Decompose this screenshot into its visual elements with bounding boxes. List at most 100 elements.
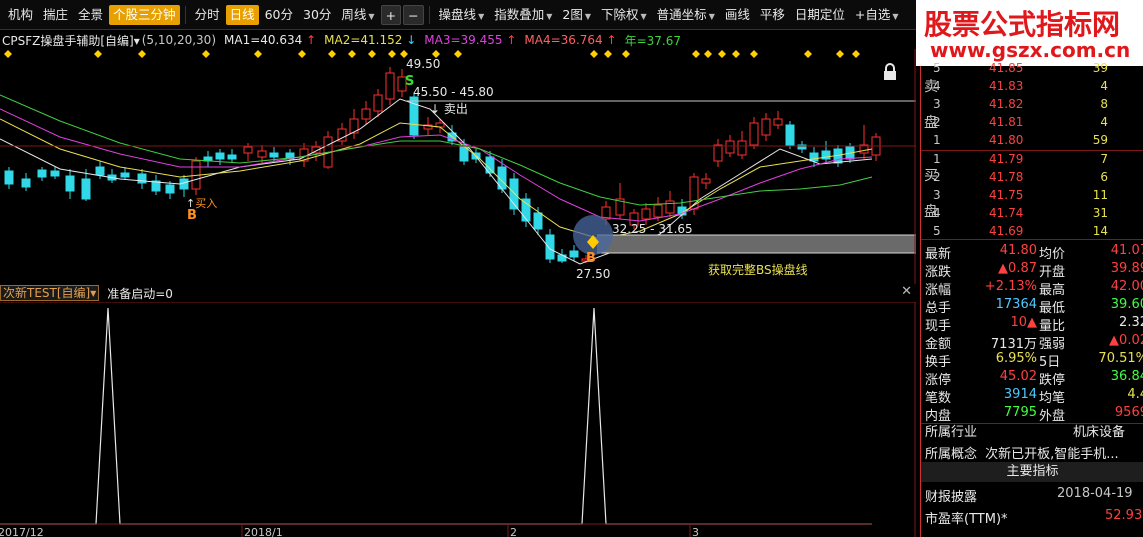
add-watchlist-menu[interactable]: +自选 ▼ <box>851 5 903 25</box>
chevron-down-icon: ▼ <box>584 11 591 21</box>
bid-row[interactable]: 3 41.75 11 <box>921 187 1143 205</box>
x-axis-label: 2 <box>510 526 517 537</box>
ma2-label: MA2=41.152 <box>324 33 403 47</box>
period-daily[interactable]: 日线 <box>225 4 259 25</box>
ex-rights-label: 下除权 <box>601 6 639 22</box>
candle <box>665 200 675 214</box>
bid-volume: 6 <box>1100 170 1108 184</box>
close-icon[interactable]: ✕ <box>901 284 912 299</box>
ask-volume: 8 <box>1100 97 1108 111</box>
draw-line-button[interactable]: 画线 <box>721 5 754 25</box>
ask-row[interactable]: 2 41.81 4 <box>921 114 1143 132</box>
candle <box>653 204 663 218</box>
quote-row: 笔数3914均笔4.4 <box>921 386 1143 406</box>
ask-volume: 4 <box>1100 79 1108 93</box>
candle <box>50 170 60 177</box>
buy-band-label: 32.25 - 31.65 <box>612 222 693 236</box>
ma2-value: MA2=41.152 ↓ <box>324 33 416 47</box>
zoom-out-button[interactable]: − <box>403 4 424 25</box>
operation-line-label: 操盘线 <box>438 6 477 22</box>
indicator-params: (5,10,20,30) <box>141 33 216 47</box>
ma4-label: MA4=36.764 <box>524 33 603 47</box>
sell-text: 卖出 <box>444 102 468 116</box>
chevron-down-icon: ▼ <box>546 11 553 21</box>
candle <box>785 124 795 146</box>
candle <box>737 140 747 156</box>
candle <box>4 170 14 185</box>
date-locate-button[interactable]: 日期定位 <box>791 5 849 25</box>
candle <box>545 234 555 260</box>
bid-volume: 14 <box>1092 224 1108 238</box>
quote-row: 总手17364最低39.60 <box>921 296 1143 316</box>
candle <box>21 178 31 188</box>
candle <box>243 146 253 154</box>
concept-label: 所属概念 <box>925 447 978 462</box>
bid-level: 4 <box>933 206 941 220</box>
candle <box>725 140 735 154</box>
arrow-up-icon: ↑ <box>506 33 517 47</box>
candle <box>761 118 771 136</box>
tab-stock-three-minutes[interactable]: 个股三分钟 <box>109 4 180 25</box>
ma1-value: MA1=40.634 ↑ <box>224 33 316 47</box>
indicator-name[interactable]: CPSFZ操盘手辅助[自编]▾ <box>2 32 140 49</box>
ask-row[interactable]: 1 41.80 59 <box>921 132 1143 150</box>
bid-volume: 7 <box>1100 152 1108 166</box>
ask-level: 1 <box>933 133 941 147</box>
ask-volume: 59 <box>1092 133 1108 147</box>
tab-institution[interactable]: 机构 <box>4 5 37 25</box>
candle <box>269 152 279 158</box>
ma3-value: MA3=39.455 ↑ <box>424 33 516 47</box>
period-60min[interactable]: 60分 <box>261 5 297 25</box>
tab-speculation[interactable]: 揣庄 <box>39 5 72 25</box>
ex-rights-menu[interactable]: 下除权 ▼ <box>597 5 651 25</box>
concept-value[interactable]: 次新已开板,智能手机... <box>985 447 1119 462</box>
divider <box>921 239 1143 240</box>
sub-indicator-name[interactable]: 次新TEST[自编]▾ <box>0 285 100 301</box>
bid-row[interactable]: 4 41.74 31 <box>921 205 1143 223</box>
ask-price: 41.85 <box>989 61 1024 75</box>
sell-marker: S <box>405 74 414 89</box>
candle <box>373 94 383 112</box>
bid-row[interactable]: 1 41.79 7 <box>921 151 1143 169</box>
industry-value[interactable]: 机床设备 <box>1073 421 1125 440</box>
candle <box>533 212 543 230</box>
quote-value: 10▲ <box>1010 315 1037 330</box>
period-weekly[interactable]: 周线 ▼ <box>337 5 378 25</box>
sub-indicator-chart[interactable]: 2017/12 2018/1 2 3 <box>0 302 916 537</box>
main-indicators-button[interactable]: 主要指标 <box>921 462 1143 482</box>
bid-level: 5 <box>933 224 941 238</box>
operation-line-menu[interactable]: 操盘线 ▼ <box>435 5 489 25</box>
industry-row: 所属行业 机床设备 <box>925 421 1143 440</box>
concept-row: 所属概念 次新已开板,智能手机... <box>925 443 1143 462</box>
quote-row: 现手10▲量比2.32 <box>921 314 1143 334</box>
period-intraday[interactable]: 分时 <box>191 5 224 25</box>
sub-indicator-header: 次新TEST[自编]▾ 准备启动=0 ✕ <box>0 284 916 302</box>
candle <box>701 178 711 184</box>
period-weekly-label: 周线 <box>341 6 367 22</box>
two-charts-menu[interactable]: 2图 ▼ <box>558 5 595 25</box>
ask-volume: 39 <box>1092 61 1108 75</box>
ask-volume: 4 <box>1100 115 1108 129</box>
ask-row[interactable]: 5 41.85 39 <box>921 60 1143 78</box>
quote-row: 换手6.95%5日70.51% <box>921 350 1143 370</box>
candlestick-chart[interactable]: 49.50 45.50 - 45.80 S ↓ 卖出 27.50 B 32.25… <box>0 49 916 284</box>
bid-price: 41.69 <box>989 224 1024 238</box>
chevron-down-icon: ▼ <box>708 11 715 21</box>
ask-row[interactable]: 4 41.83 4 <box>921 78 1143 96</box>
index-overlay-menu[interactable]: 指数叠加 ▼ <box>490 5 556 25</box>
arrow-up-icon: ↑ <box>306 33 317 47</box>
coordinate-menu[interactable]: 普通坐标 ▼ <box>653 5 719 25</box>
zoom-in-button[interactable]: + <box>380 4 402 25</box>
ask-row[interactable]: 3 41.82 8 <box>921 96 1143 114</box>
pe-label: 市盈率(TTM)* <box>925 512 1008 527</box>
pan-button[interactable]: 平移 <box>756 5 789 25</box>
high-price-label: 49.50 <box>406 57 440 71</box>
quote-value: 36.84 <box>1110 369 1143 384</box>
period-30min[interactable]: 30分 <box>299 5 335 25</box>
watermark-logo: 股票公式指标网 www.gszx.com.cn <box>916 0 1143 66</box>
tab-panorama[interactable]: 全景 <box>74 5 107 25</box>
bid-volume: 31 <box>1092 206 1108 220</box>
ask-price: 41.81 <box>989 115 1024 129</box>
bid-row[interactable]: 2 41.78 6 <box>921 169 1143 187</box>
quote-value: +2.13% <box>984 279 1037 294</box>
